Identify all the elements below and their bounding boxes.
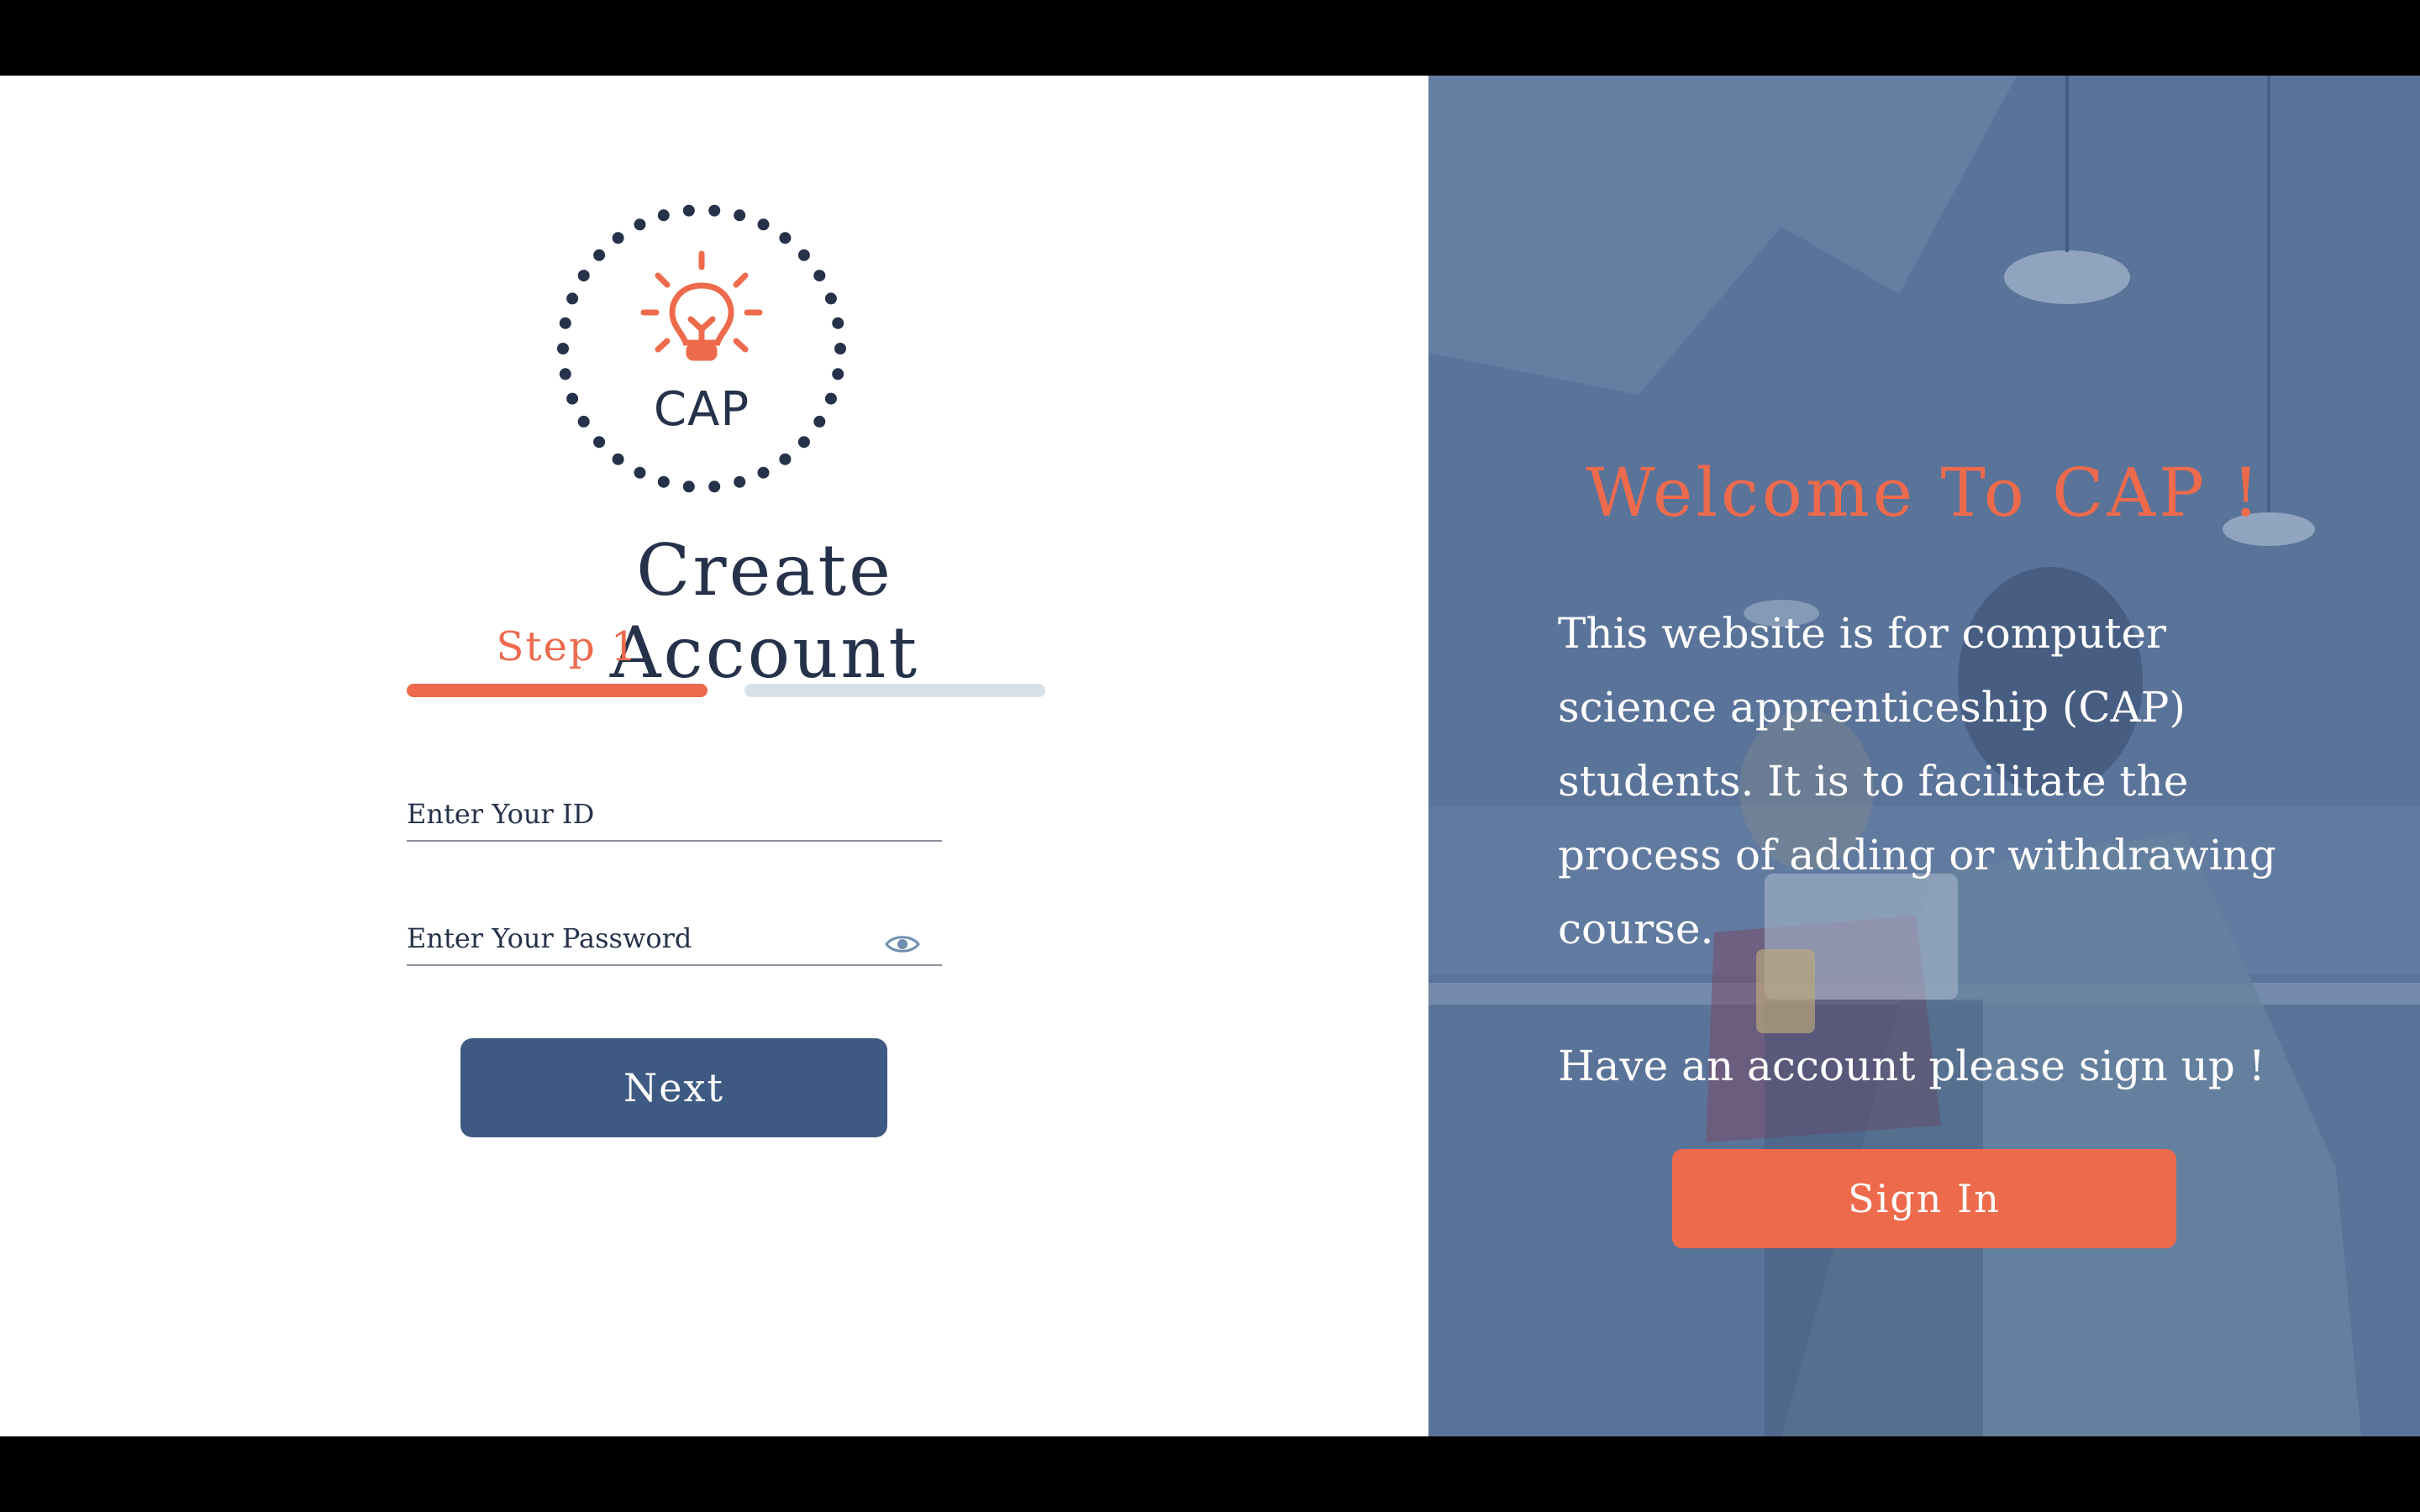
ring-dot	[559, 317, 571, 329]
welcome-title: Welcome To CAP !	[1586, 454, 2263, 532]
ring-dot	[634, 466, 646, 479]
ring-dot	[612, 453, 624, 465]
ring-dot	[813, 270, 826, 282]
ring-dot	[593, 436, 606, 449]
ring-dot	[797, 249, 810, 261]
welcome-panel: Welcome To CAP ! This website is for com…	[1428, 76, 2420, 1436]
ring-dot	[612, 232, 624, 244]
next-button[interactable]: Next	[460, 1038, 887, 1137]
ring-dot	[824, 292, 837, 305]
eye-icon[interactable]	[885, 932, 920, 956]
ring-dot	[757, 218, 770, 231]
ring-dot	[559, 368, 571, 381]
ring-dot	[566, 292, 579, 305]
ring-dot	[797, 436, 810, 449]
ring-dot	[682, 480, 695, 493]
ring-dot	[734, 209, 746, 222]
ring-dot	[832, 368, 844, 381]
ring-dot	[734, 475, 746, 488]
ring-dot	[682, 204, 695, 217]
ring-dot	[593, 249, 606, 261]
lightbulb-icon	[640, 250, 763, 361]
cap-logo: CAP	[555, 202, 849, 496]
ring-dot	[708, 480, 721, 493]
ring-dot	[834, 343, 846, 354]
ring-dot	[634, 218, 646, 231]
id-input[interactable]	[407, 793, 877, 835]
progress-step-1-active	[407, 684, 708, 697]
ring-dot	[557, 343, 569, 354]
create-account-panel: CAP Create Account Step 1 Next	[0, 76, 1428, 1436]
id-field	[407, 781, 942, 842]
signin-button[interactable]: Sign In	[1672, 1149, 2176, 1248]
app-window: CAP Create Account Step 1 Next	[0, 76, 2420, 1436]
signup-prompt: Have an account please sign up !	[1558, 1042, 2265, 1090]
ring-dot	[779, 232, 792, 244]
ring-dot	[779, 453, 792, 465]
ring-dot	[757, 466, 770, 479]
ring-dot	[832, 317, 844, 329]
password-input[interactable]	[407, 917, 877, 959]
ring-dot	[657, 475, 670, 488]
welcome-description: This website is for computer science app…	[1558, 609, 2276, 953]
progress-step-2-inactive	[744, 684, 1045, 697]
ring-dot	[577, 270, 590, 282]
dotted-ring	[557, 204, 846, 493]
step-label: Step 1	[496, 623, 639, 670]
logo-text: CAP	[653, 382, 750, 437]
password-field	[407, 906, 942, 966]
ring-dot	[657, 209, 670, 222]
ring-dot	[708, 204, 721, 217]
